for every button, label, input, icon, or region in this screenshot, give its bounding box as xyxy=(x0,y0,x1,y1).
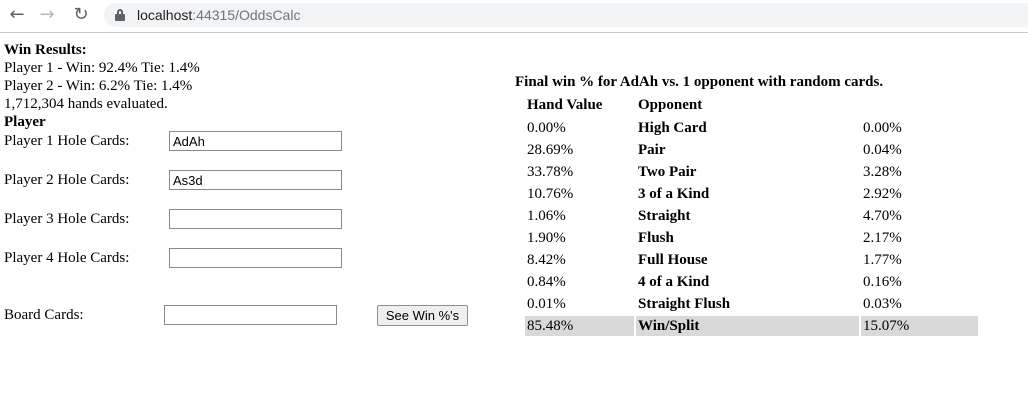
player-percent: 1.06% xyxy=(527,208,566,224)
opponent-percent: 1.77% xyxy=(863,252,902,268)
table-row: 0.00% High Card 0.00% xyxy=(525,118,978,138)
table-row: 28.69% Pair 0.04% xyxy=(525,140,978,160)
hand-name: Full House xyxy=(638,252,708,268)
player3-label: Player 3 Hole Cards: xyxy=(4,211,130,227)
url-path: :44315/OddsCalc xyxy=(192,7,301,23)
player-total-percent: 85.48% xyxy=(527,318,574,334)
player-percent: 33.78% xyxy=(527,164,574,180)
player2-win-summary: Player 2 - Win: 6.2% Tie: 1.4% xyxy=(4,78,193,94)
hand-name: Flush xyxy=(638,230,674,246)
header-hand-value: Hand Value xyxy=(527,97,603,113)
hand-name: Straight xyxy=(638,208,691,224)
opponent-percent: 3.28% xyxy=(863,164,902,180)
hands-evaluated: 1,712,304 hands evaluated. xyxy=(4,96,168,112)
player-percent: 0.84% xyxy=(527,274,566,290)
hand-name: Straight Flush xyxy=(638,296,731,312)
table-row: 0.84% 4 of a Kind 0.16% xyxy=(525,272,978,292)
table-row: 1.90% Flush 2.17% xyxy=(525,228,978,248)
opponent-percent: 0.16% xyxy=(863,274,902,290)
opponent-percent: 0.03% xyxy=(863,296,902,312)
url-text[interactable]: localhost:44315/OddsCalc xyxy=(137,6,300,24)
win-results-heading: Win Results: xyxy=(4,42,87,58)
board-cards-input[interactable] xyxy=(164,305,337,325)
hand-name: Two Pair xyxy=(638,164,697,180)
player-percent: 28.69% xyxy=(527,142,574,158)
lock-icon xyxy=(115,9,125,21)
player2-label: Player 2 Hole Cards: xyxy=(4,172,130,188)
player1-win-summary: Player 1 - Win: 92.4% Tie: 1.4% xyxy=(4,60,200,76)
player2-hole-cards-input[interactable] xyxy=(169,170,342,190)
player4-label: Player 4 Hole Cards: xyxy=(4,250,130,266)
player-percent: 8.42% xyxy=(527,252,566,268)
total-label: Win/Split xyxy=(638,318,700,334)
player-percent: 0.00% xyxy=(527,120,566,136)
back-arrow-icon[interactable]: ← xyxy=(6,4,28,26)
forward-arrow-icon[interactable]: → xyxy=(36,4,58,26)
opponent-percent: 0.04% xyxy=(863,142,902,158)
player1-hole-cards-input[interactable] xyxy=(169,131,342,151)
player1-label: Player 1 Hole Cards: xyxy=(4,133,130,149)
table-row: 0.01% Straight Flush 0.03% xyxy=(525,294,978,314)
player-percent: 1.90% xyxy=(527,230,566,246)
player3-hole-cards-input[interactable] xyxy=(169,209,342,229)
browser-toolbar: ← → ↻ localhost:44315/OddsCalc xyxy=(0,0,1028,33)
table-row: 10.76% 3 of a Kind 2.92% xyxy=(525,184,978,204)
player-heading: Player xyxy=(4,114,46,130)
opponent-total-percent: 15.07% xyxy=(863,318,910,334)
opponent-percent: 0.00% xyxy=(863,120,902,136)
total-row: 85.48% Win/Split 15.07% xyxy=(525,316,978,336)
opponent-percent: 2.92% xyxy=(863,186,902,202)
opponent-percent: 2.17% xyxy=(863,230,902,246)
hand-name: 3 of a Kind xyxy=(638,186,710,202)
hand-name: Pair xyxy=(638,142,666,158)
reload-icon[interactable]: ↻ xyxy=(70,4,92,26)
url-host: localhost xyxy=(137,7,193,23)
address-bar[interactable]: localhost:44315/OddsCalc xyxy=(104,3,1028,27)
see-win-percent-button[interactable]: See Win %'s xyxy=(377,305,468,326)
results-title: Final win % for AdAh vs. 1 opponent with… xyxy=(515,74,884,90)
player-percent: 0.01% xyxy=(527,296,566,312)
player4-hole-cards-input[interactable] xyxy=(169,248,342,268)
hand-name: 4 of a Kind xyxy=(638,274,710,290)
opponent-percent: 4.70% xyxy=(863,208,902,224)
table-row: 1.06% Straight 4.70% xyxy=(525,206,978,226)
table-row: 8.42% Full House 1.77% xyxy=(525,250,978,270)
hand-name: High Card xyxy=(638,120,707,136)
header-opponent: Opponent xyxy=(638,97,703,113)
board-cards-label: Board Cards: xyxy=(4,307,84,323)
player-percent: 10.76% xyxy=(527,186,574,202)
table-row: 33.78% Two Pair 3.28% xyxy=(525,162,978,182)
